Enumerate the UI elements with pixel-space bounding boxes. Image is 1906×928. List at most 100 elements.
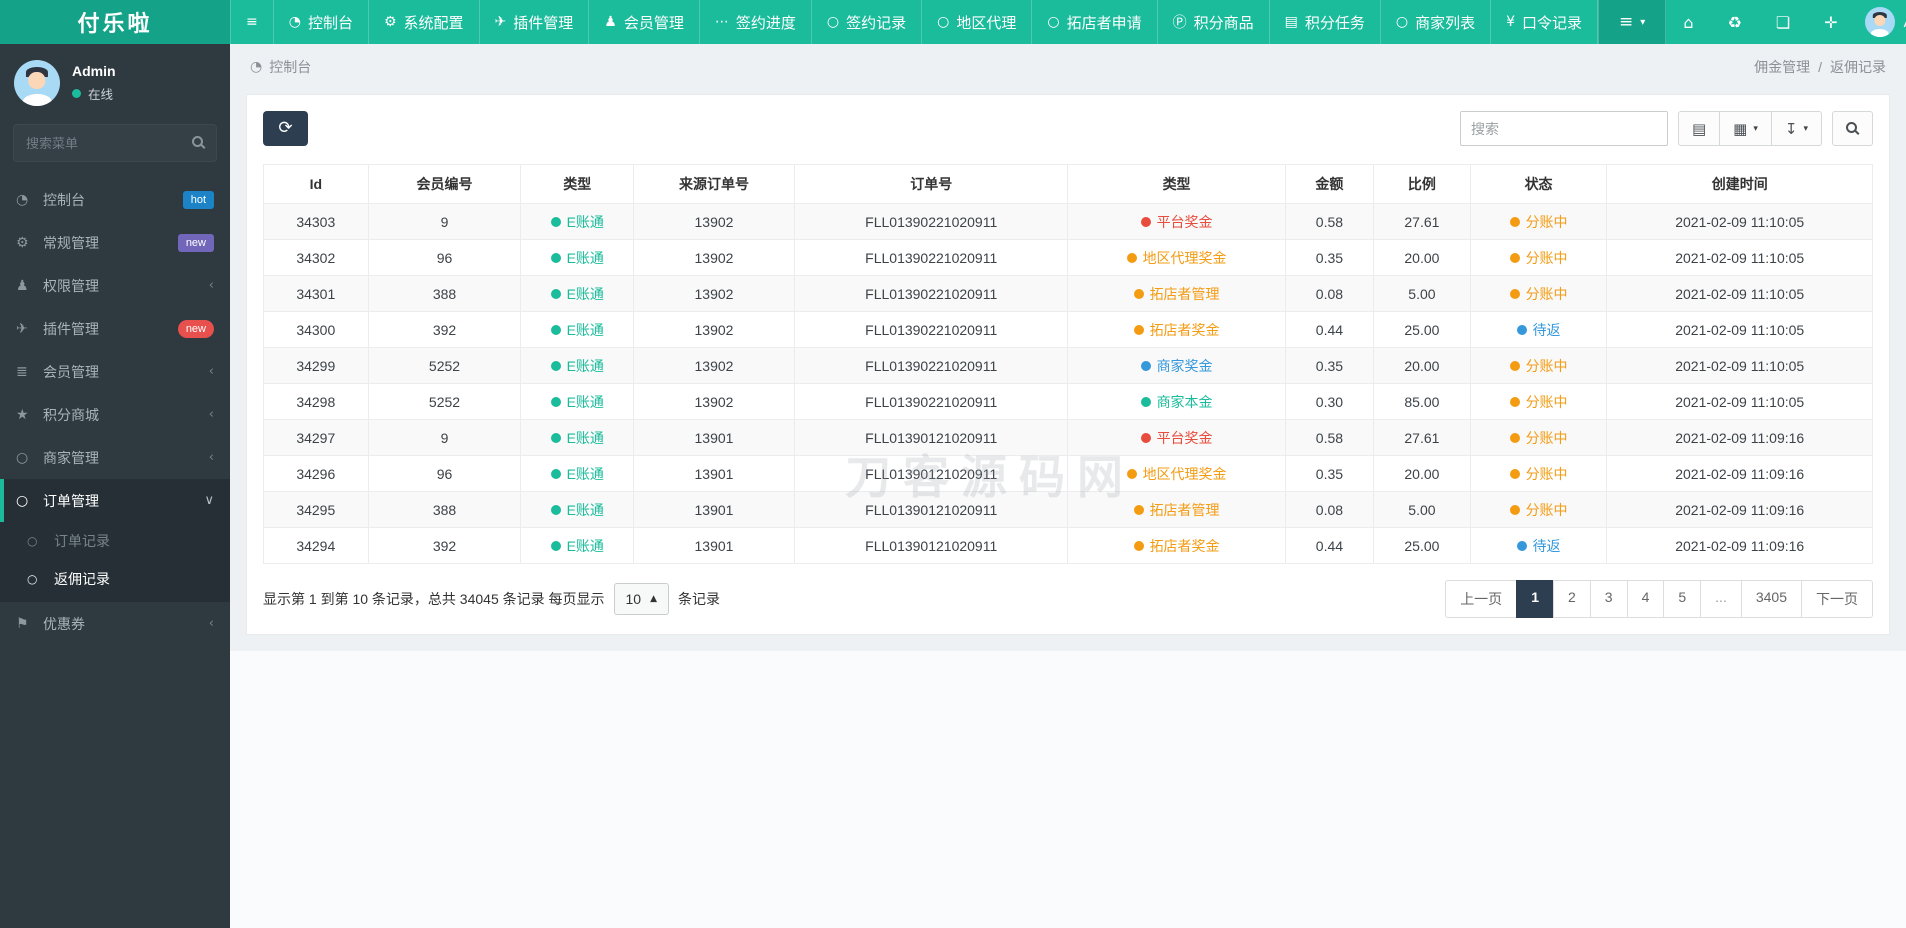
sidebar-merchant-manage[interactable]: ○ 商家管理 ‹ [0, 436, 230, 479]
reward_type-flag[interactable]: 商家奖金 [1140, 356, 1213, 376]
search-button[interactable] [1832, 111, 1873, 146]
status-flag[interactable]: 分账中 [1509, 500, 1568, 520]
nav-sign-record[interactable]: ○ 签约记录 [812, 0, 923, 44]
nav-shop-expander-apply[interactable]: ○ 拓店者申请 [1032, 0, 1158, 44]
sidebar-permission-manage[interactable]: ♟ 权限管理 ‹ [0, 264, 230, 307]
page-button-3[interactable]: 3 [1589, 580, 1628, 618]
reward_type-flag[interactable]: 拓店者管理 [1133, 284, 1220, 304]
columns-button[interactable]: ▦ ▾ [1719, 111, 1772, 146]
user-menu[interactable]: Admin [1855, 0, 1906, 44]
table-search-input[interactable] [1459, 111, 1668, 146]
nav-merchant-list[interactable]: ○ 商家列表 [1381, 0, 1492, 44]
sidebar-dashboard[interactable]: ◔ 控制台 hot [0, 178, 230, 221]
gears-icon: ⚙ [16, 234, 29, 251]
trash-icon[interactable]: ♻ [1710, 13, 1758, 32]
reward_type-flag[interactable]: 地区代理奖金 [1126, 248, 1227, 268]
next-page-button[interactable]: 下一页 [1801, 580, 1873, 618]
column-header-amount[interactable]: 金额 [1284, 164, 1375, 204]
page-button-3405[interactable]: 3405 [1740, 580, 1802, 618]
sidebar-general-manage[interactable]: ⚙ 常规管理 new [0, 221, 230, 264]
nav-plugin-manage[interactable]: ✈ 插件管理 [480, 0, 590, 44]
page-button-1[interactable]: 1 [1516, 580, 1554, 618]
status-flag[interactable]: 待返 [1516, 536, 1561, 556]
sidebar-plugin-manage[interactable]: ✈ 插件管理 new [0, 307, 230, 350]
ratio-cell: 25.00 [1373, 527, 1471, 564]
fullscreen-icon[interactable]: ✛ [1807, 13, 1854, 32]
nav-password-record-label: 口令记录 [1522, 14, 1583, 32]
nav-dashboard[interactable]: ◔ 控制台 [274, 0, 369, 44]
nav-points-task[interactable]: ▤ 积分任务 [1270, 0, 1381, 44]
home-icon[interactable]: ⌂ [1666, 13, 1710, 32]
nav-sign-progress[interactable]: ⋯ 签约进度 [700, 0, 812, 44]
account_type-flag[interactable]: E账通 [550, 392, 604, 412]
column-header-ratio[interactable]: 比例 [1373, 164, 1471, 204]
column-header-id[interactable]: Id [263, 164, 369, 204]
export-button[interactable]: ↧ ▾ [1770, 111, 1822, 146]
reward_type-flag[interactable]: 地区代理奖金 [1126, 464, 1227, 484]
account_type-flag[interactable]: E账通 [550, 536, 604, 556]
account_type-flag[interactable]: E账通 [550, 212, 604, 232]
nav-member-manage[interactable]: ♟ 会员管理 [589, 0, 700, 44]
account_type-flag[interactable]: E账通 [550, 428, 604, 448]
column-header-member_no[interactable]: 会员编号 [367, 164, 522, 204]
table-row: 34300 392 E账通 13902 FLL01390221020911 拓店者奖金 0.… [263, 311, 1873, 348]
account_type-flag[interactable]: E账通 [550, 500, 604, 520]
table-toolbar: ⟳ ▤▦▾↧▾ [263, 111, 1873, 146]
sidebar-member-manage[interactable]: ≣ 会员管理 ‹ [0, 350, 230, 393]
nav-region-agent[interactable]: ○ 地区代理 [922, 0, 1033, 44]
column-header-account_type[interactable]: 类型 [520, 164, 635, 204]
status-flag[interactable]: 分账中 [1509, 212, 1568, 232]
account_type-flag[interactable]: E账通 [550, 248, 604, 268]
menu-search-input[interactable] [13, 124, 217, 162]
sidebar-coupon[interactable]: ⚑ 优惠券 ‹ [0, 602, 230, 645]
reward_type-flag[interactable]: 拓店者奖金 [1133, 536, 1220, 556]
status-cell: 分账中 [1469, 419, 1608, 456]
column-header-order_no[interactable]: 订单号 [793, 164, 1069, 204]
menu-toggle[interactable]: ≡ [230, 0, 274, 44]
status-flag[interactable]: 分账中 [1509, 356, 1568, 376]
sidebar-order-record[interactable]: ○ 订单记录 [0, 522, 230, 560]
refresh-button[interactable]: ⟳ [263, 111, 308, 146]
status-flag[interactable]: 待返 [1516, 320, 1561, 340]
reward_type-flag[interactable]: 平台奖金 [1140, 212, 1213, 232]
sidebar-rebate-record[interactable]: ○ 返佣记录 [0, 560, 230, 598]
nav-password-record[interactable]: ¥ 口令记录 [1491, 0, 1599, 44]
toggle-view-button[interactable]: ▤ [1677, 111, 1721, 146]
reward_type-flag[interactable]: 拓店者奖金 [1133, 320, 1220, 340]
sidebar-order-manage[interactable]: ○ 订单管理 ∨ [0, 479, 230, 522]
list-dropdown-button[interactable]: ≡ ▾ [1598, 0, 1667, 44]
sidebar-menu: ◔ 控制台 hot ⚙ 常规管理 new ♟ 权限管理 ‹ ✈ 插件管理 new ≣ 会员管理 ‹ ★ 积分商城… [0, 178, 230, 645]
page-button-5[interactable]: 5 [1663, 580, 1702, 618]
status-flag[interactable]: 分账中 [1509, 464, 1568, 484]
account_type-flag[interactable]: E账通 [550, 464, 604, 484]
log-icon[interactable]: ❏ [1759, 13, 1807, 32]
nav-system-config[interactable]: ⚙ 系统配置 [369, 0, 480, 44]
breadcrumb-parent[interactable]: 佣金管理 [1754, 57, 1810, 77]
page-size-dropdown[interactable]: 10 ▲ [613, 583, 670, 615]
column-header-reward_type[interactable]: 类型 [1067, 164, 1286, 204]
reward_type-flag[interactable]: 拓店者管理 [1133, 500, 1220, 520]
page-button-4[interactable]: 4 [1626, 580, 1665, 618]
paper-plane-icon: ✈ [16, 320, 28, 337]
column-header-source_order_no[interactable]: 来源订单号 [633, 164, 795, 204]
table-footer: 显示第 1 到第 10 条记录，总共 34045 条记录 每页显示 10 ▲ 条… [263, 580, 1873, 618]
ratio-cell: 85.00 [1373, 383, 1471, 420]
id-cell: 34301 [263, 275, 369, 312]
account_type-flag[interactable]: E账通 [550, 284, 604, 304]
prev-page-button[interactable]: 上一页 [1445, 580, 1518, 618]
column-header-created_at[interactable]: 创建时间 [1606, 164, 1873, 204]
account_type-flag[interactable]: E账通 [550, 356, 604, 376]
reward_type-flag[interactable]: 平台奖金 [1140, 428, 1213, 448]
column-header-status[interactable]: 状态 [1469, 164, 1608, 204]
status-cell: 分账中 [1469, 491, 1608, 528]
status-flag[interactable]: 分账中 [1509, 248, 1568, 268]
page-button-2[interactable]: 2 [1552, 580, 1591, 618]
nav-points-goods[interactable]: Ⓟ 积分商品 [1158, 0, 1270, 44]
breadcrumb-dashboard[interactable]: ◔ 控制台 [250, 57, 311, 77]
reward_type-flag[interactable]: 商家本金 [1140, 392, 1213, 412]
status-flag[interactable]: 分账中 [1509, 284, 1568, 304]
sidebar-points-mall[interactable]: ★ 积分商城 ‹ [0, 393, 230, 436]
account_type-flag[interactable]: E账通 [550, 320, 604, 340]
status-flag[interactable]: 分账中 [1509, 428, 1568, 448]
status-flag[interactable]: 分账中 [1509, 392, 1568, 412]
